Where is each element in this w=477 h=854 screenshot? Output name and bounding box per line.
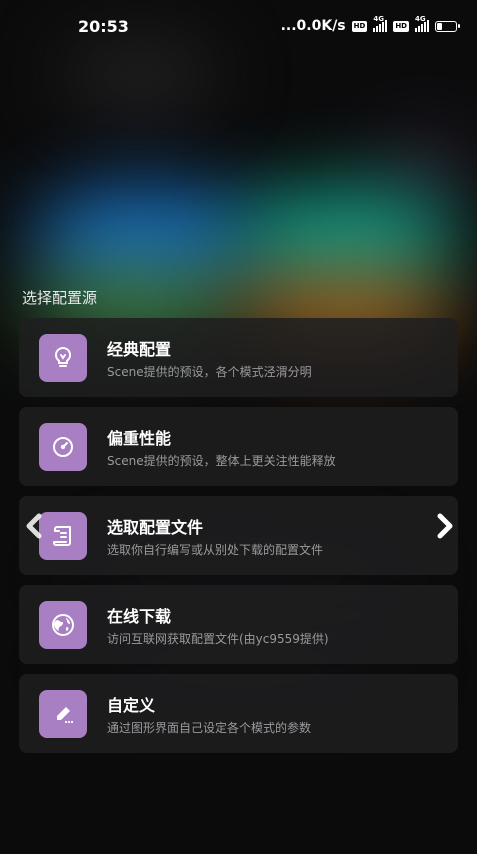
lightbulb-icon: [39, 334, 87, 382]
option-description: Scene提供的预设，各个模式泾渭分明: [107, 365, 312, 379]
option-title: 自定义: [107, 696, 156, 715]
option-description: 访问互联网获取配置文件(由yc9559提供): [107, 632, 329, 646]
option-description: Scene提供的预设，整体上更关注性能释放: [107, 454, 336, 468]
chevron-left-icon[interactable]: [22, 512, 48, 540]
network-speed: ...0.0K/s: [280, 18, 346, 34]
option-online-download[interactable]: 在线下载 访问互联网获取配置文件(由yc9559提供): [19, 585, 458, 664]
signal-icon: 4G: [373, 15, 388, 32]
option-description: 选取你自行编写或从别处下载的配置文件: [107, 543, 324, 557]
option-title: 偏重性能: [107, 429, 172, 448]
option-performance[interactable]: 偏重性能 Scene提供的预设，整体上更关注性能释放: [19, 407, 458, 486]
hd-badge: HD: [393, 20, 409, 32]
pencil-icon: [39, 690, 87, 738]
option-title: 经典配置: [107, 340, 172, 359]
hd-badge: HD: [351, 20, 368, 32]
status-indicators: ...0.0K/s HD 4G HD 4G: [280, 15, 460, 34]
signal-icon: 4G: [415, 15, 429, 32]
speedometer-icon: [39, 423, 87, 471]
status-bar: 20:53 ...0.0K/s HD 4G HD 4G: [0, 0, 477, 56]
option-title: 在线下载: [107, 607, 172, 626]
option-title: 选取配置文件: [107, 518, 204, 537]
battery-icon: [435, 20, 460, 32]
option-custom[interactable]: 自定义 通过图形界面自己设定各个模式的参数: [19, 674, 458, 753]
option-description: 通过图形界面自己设定各个模式的参数: [107, 721, 312, 735]
globe-icon: [39, 601, 87, 649]
option-select-config-file[interactable]: 选取配置文件 选取你自行编写或从别处下载的配置文件: [19, 496, 458, 575]
option-classic-config[interactable]: 经典配置 Scene提供的预设，各个模式泾渭分明: [19, 318, 458, 397]
section-title: 选择配置源: [22, 289, 98, 307]
chevron-right-icon[interactable]: [432, 512, 458, 540]
status-time: 20:53: [78, 17, 129, 36]
